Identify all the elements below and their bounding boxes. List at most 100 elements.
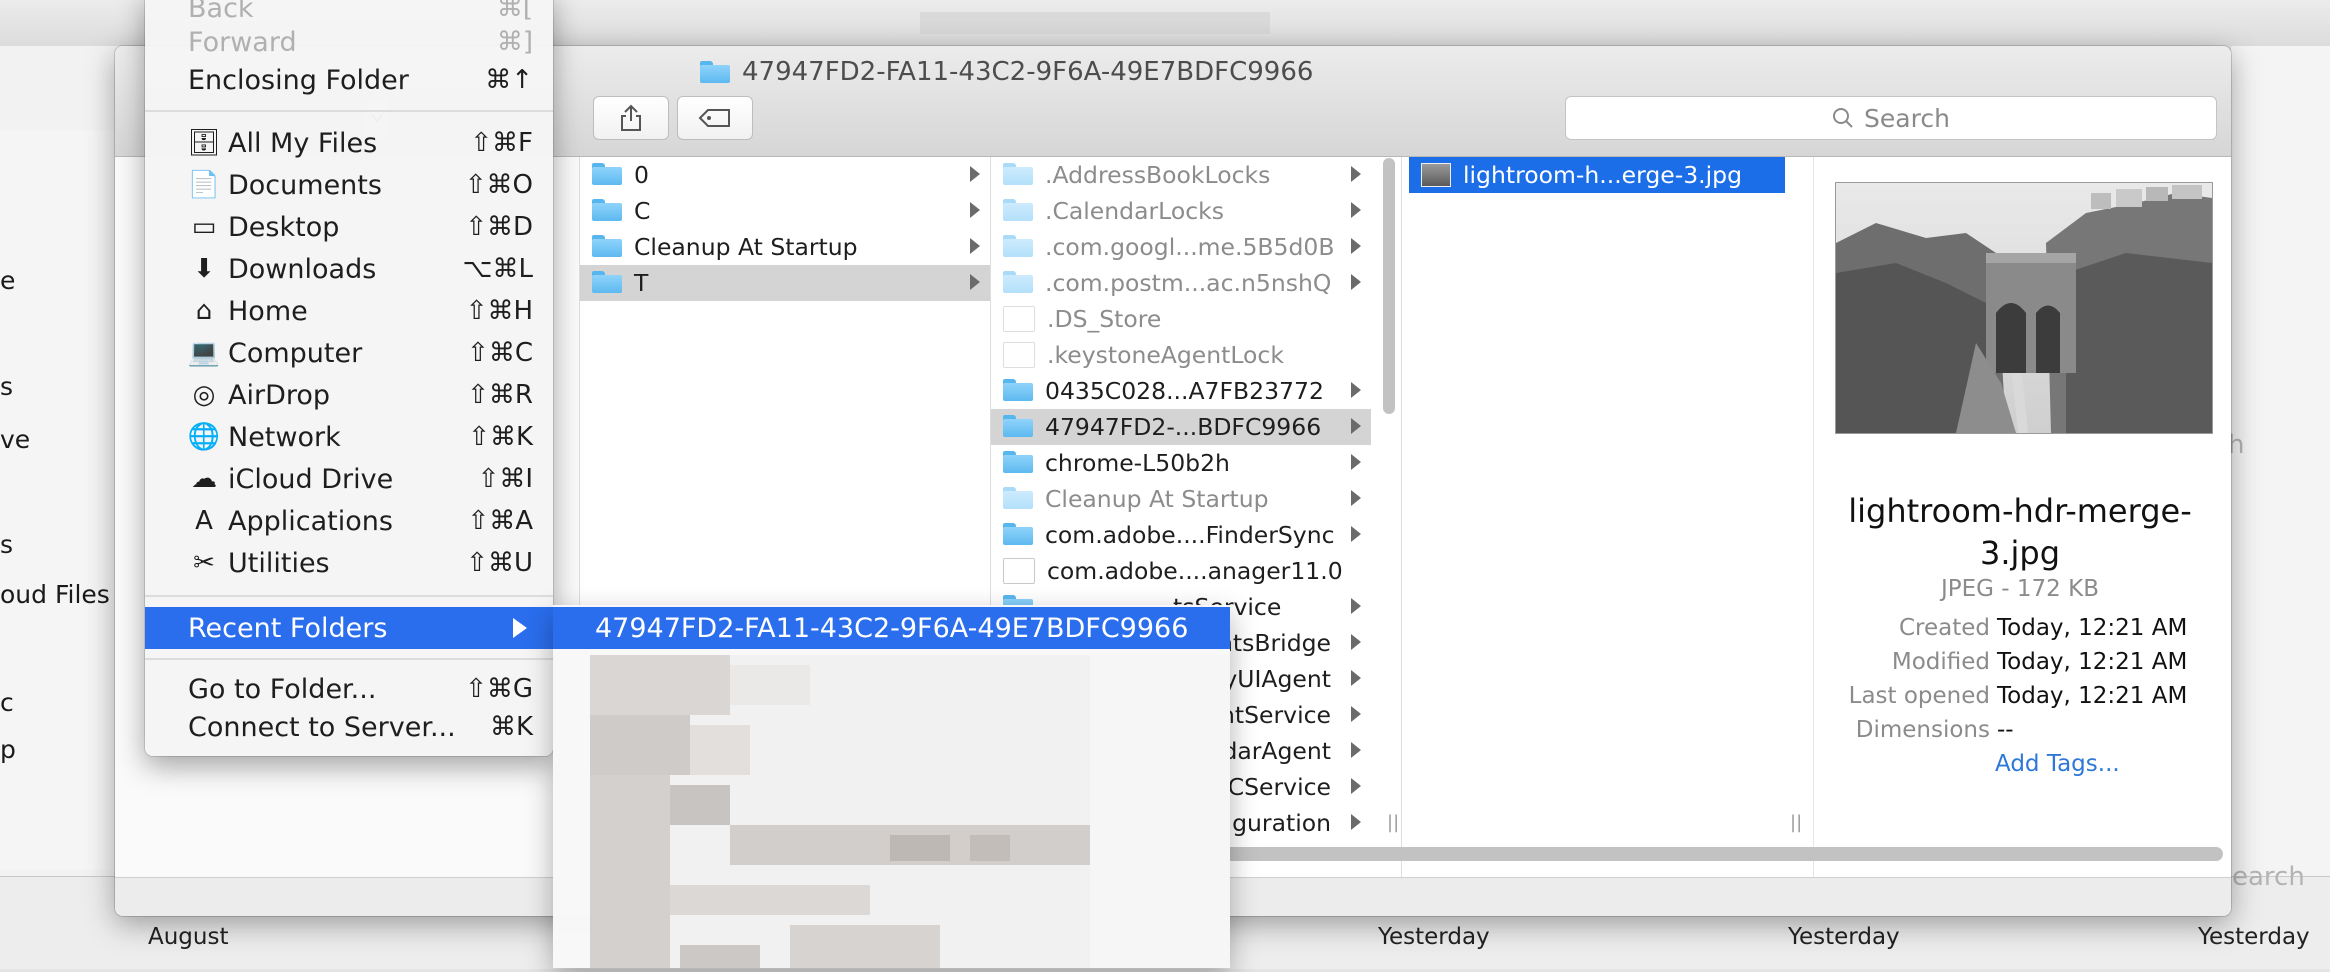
- menu-item-airdrop[interactable]: ◎ AirDrop ⇧⌘R: [145, 375, 553, 415]
- list-item-selected[interactable]: lightroom-h...erge-3.jpg: [1409, 157, 1785, 193]
- list-item[interactable]: Cleanup At Startup: [991, 481, 1371, 517]
- disclosure-arrow-icon: [1351, 454, 1361, 470]
- folder-icon: [1003, 415, 1033, 439]
- item-name: .keystoneAgentLock: [1047, 341, 1284, 369]
- document-icon: [1003, 306, 1035, 332]
- tags-button[interactable]: [677, 96, 753, 140]
- menu-item-shortcut: ⇧⌘R: [467, 380, 533, 410]
- downloads-icon: ⬇: [193, 254, 215, 284]
- list-item-selected[interactable]: 47947FD2-...BDFC9966: [991, 409, 1371, 445]
- search-field[interactable]: Search: [1565, 96, 2217, 140]
- menu-item-computer[interactable]: 💻 Computer ⇧⌘C: [145, 333, 553, 373]
- menu-item-label: Network: [228, 421, 341, 453]
- menu-item-downloads[interactable]: ⬇ Downloads ⌥⌘L: [145, 249, 553, 289]
- menu-item-documents[interactable]: 📄 Documents ⇧⌘O: [145, 165, 553, 205]
- folder-icon: [1003, 271, 1033, 295]
- disclosure-arrow-icon: [1351, 238, 1361, 254]
- dimensions-label: Dimensions: [1855, 717, 1990, 743]
- menu-item-shortcut: ⇧⌘H: [465, 296, 533, 326]
- disclosure-arrow-icon: [1351, 778, 1361, 794]
- item-name: iguration: [1225, 809, 1331, 837]
- modified-value: Today, 12:21 AM: [1997, 649, 2188, 675]
- menu-item-recent-folders[interactable]: Recent Folders: [145, 607, 553, 649]
- last-opened-value: Today, 12:21 AM: [1997, 683, 2188, 709]
- folder-icon: [1003, 451, 1033, 475]
- menu-item-shortcut: ⇧⌘U: [466, 548, 533, 578]
- list-item[interactable]: com.adobe....anager11.0: [991, 553, 1371, 589]
- column-2-scrollbar[interactable]: [1383, 158, 1395, 414]
- disclosure-arrow-icon: [1351, 274, 1361, 290]
- menu-item-enclosing-folder[interactable]: Enclosing Folder ⌘↑: [145, 60, 553, 100]
- list-item[interactable]: Cleanup At Startup: [580, 229, 990, 265]
- disclosure-arrow-icon: [1351, 814, 1361, 830]
- menu-item-utilities[interactable]: ✂ Utilities ⇧⌘U: [145, 543, 553, 583]
- computer-icon: 💻: [187, 338, 221, 368]
- pixelated-content: [590, 655, 1230, 968]
- list-item[interactable]: C: [580, 193, 990, 229]
- menu-item-connect-to-server[interactable]: Connect to Server... ⌘K: [145, 707, 553, 747]
- menu-item-label: Utilities: [228, 547, 330, 579]
- list-item[interactable]: .AddressBookLocks: [991, 157, 1371, 193]
- list-item[interactable]: .com.postm...ac.n5nshQ: [991, 265, 1371, 301]
- list-item[interactable]: .DS_Store: [991, 301, 1371, 337]
- menu-item-icloud-drive[interactable]: ☁ iCloud Drive ⇧⌘I: [145, 459, 553, 499]
- share-button[interactable]: [593, 96, 669, 140]
- modified-label: Modified: [1891, 649, 1990, 675]
- menu-item-label: iCloud Drive: [228, 463, 394, 495]
- background-date-header: Yesterday: [2198, 924, 2310, 950]
- recent-folder-item[interactable]: 47947FD2-FA11-43C2-9F6A-49E7BDFC9966: [553, 607, 1230, 649]
- menu-item-network[interactable]: 🌐 Network ⇧⌘K: [145, 417, 553, 457]
- disclosure-arrow-icon: [1351, 742, 1361, 758]
- folder-icon: [1003, 487, 1033, 511]
- folder-icon: [1003, 523, 1033, 547]
- disclosure-arrow-icon: [1351, 382, 1361, 398]
- network-icon: 🌐: [187, 422, 221, 452]
- tag-icon: [698, 109, 730, 127]
- background-sidebar-text: oud Files: [0, 580, 110, 609]
- column-resize-handle[interactable]: ||: [1790, 812, 1802, 833]
- disclosure-arrow-icon: [1351, 670, 1361, 686]
- list-item[interactable]: chrome-L50b2h: [991, 445, 1371, 481]
- menu-separator: [145, 658, 553, 660]
- folder-icon: [592, 271, 622, 295]
- background-sidebar-text: ve: [0, 425, 31, 454]
- column-resize-handle[interactable]: ||: [1387, 812, 1399, 833]
- menu-item-go-to-folder[interactable]: Go to Folder... ⇧⌘G: [145, 669, 553, 709]
- background-window-title-blur: [920, 12, 1270, 34]
- menu-item-applications[interactable]: A Applications ⇧⌘A: [145, 501, 553, 541]
- menu-item-shortcut: ⇧⌘O: [464, 170, 533, 200]
- menu-item-shortcut: ⇧⌘A: [467, 506, 533, 536]
- menu-item-label: Documents: [228, 169, 382, 201]
- list-item[interactable]: com.adobe....FinderSync: [991, 517, 1371, 553]
- background-right-pane: [2230, 46, 2330, 876]
- menu-item-desktop[interactable]: ▭ Desktop ⇧⌘D: [145, 207, 553, 247]
- list-item[interactable]: .CalendarLocks: [991, 193, 1371, 229]
- submenu-arrow-icon: [513, 618, 527, 638]
- folder-icon: [1003, 163, 1033, 187]
- list-item[interactable]: .com.googl...me.5B5d0B: [991, 229, 1371, 265]
- disclosure-arrow-icon: [1351, 166, 1361, 182]
- add-tags-link[interactable]: Add Tags...: [1995, 751, 2120, 777]
- folder-icon: [592, 199, 622, 223]
- background-date-header: August: [148, 924, 229, 950]
- list-item[interactable]: 0: [580, 157, 990, 193]
- background-sidebar-text: p: [0, 735, 16, 764]
- list-item[interactable]: 0435C028...A7FB23772: [991, 373, 1371, 409]
- item-name: ntService: [1220, 701, 1331, 729]
- icloud-icon: ☁: [191, 464, 217, 494]
- item-name: chrome-L50b2h: [1045, 449, 1230, 477]
- all-my-files-icon: 🗄: [187, 128, 221, 158]
- folder-icon: [1003, 235, 1033, 259]
- menu-item-all-my-files[interactable]: 🗄 All My Files ⇧⌘F: [145, 123, 553, 163]
- menu-item-label: Connect to Server...: [188, 711, 456, 743]
- list-item[interactable]: .keystoneAgentLock: [991, 337, 1371, 373]
- menu-item-label: Enclosing Folder: [188, 64, 409, 96]
- menu-item-home[interactable]: ⌂ Home ⇧⌘H: [145, 291, 553, 331]
- disclosure-arrow-icon: [1351, 490, 1361, 506]
- documents-icon: 📄: [187, 170, 221, 200]
- menu-separator: [145, 110, 553, 112]
- menu-item-forward[interactable]: Forward ⌘]: [145, 22, 553, 62]
- item-name: .com.googl...me.5B5d0B: [1045, 233, 1335, 261]
- list-item-selected[interactable]: T: [580, 265, 990, 301]
- horizontal-scrollbar[interactable]: [1223, 847, 2223, 861]
